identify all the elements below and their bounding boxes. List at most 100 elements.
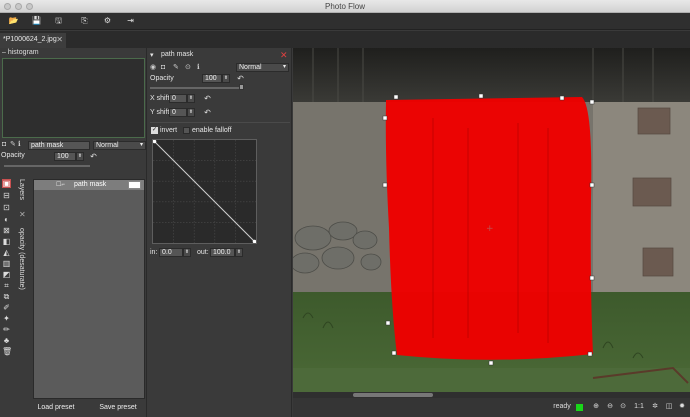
zoom-out-icon[interactable]: ⊖ bbox=[605, 402, 615, 412]
mask-icon[interactable]: ◘ bbox=[161, 64, 167, 72]
open-icon[interactable]: 📂 bbox=[7, 15, 20, 27]
layer-opacity-label: Opacity bbox=[1, 152, 25, 159]
info-icon[interactable]: ℹ bbox=[18, 141, 24, 149]
falloff-checkbox[interactable] bbox=[183, 127, 190, 134]
spin-arrows-icon[interactable]: ⬍ bbox=[183, 248, 191, 257]
spin-arrows-icon[interactable]: ⬍ bbox=[235, 248, 243, 257]
opacity-slider[interactable] bbox=[150, 87, 242, 89]
edit-icon[interactable]: ✎ bbox=[173, 64, 179, 72]
trash-icon[interactable]: 🗑 bbox=[2, 347, 12, 356]
visibility-icon[interactable]: ☐⌐ bbox=[56, 181, 65, 188]
tool-settings-header: ▾ path mask ✕ bbox=[147, 50, 292, 61]
layer-settings-row: ◘ ✎ ℹ path mask Normal ▾ bbox=[1, 140, 147, 151]
in-field[interactable]: 0.0 bbox=[159, 248, 183, 257]
close-icon[interactable]: ✕ bbox=[280, 50, 288, 61]
transform-icon[interactable]: ⌗ bbox=[2, 281, 11, 290]
vertical-tab-layers[interactable]: Layers bbox=[18, 179, 28, 209]
close-tab-icon[interactable]: ✕ bbox=[56, 35, 63, 44]
y-shift-field[interactable]: 0 bbox=[169, 108, 187, 117]
settings-icon[interactable]: ✲ bbox=[650, 402, 660, 412]
main-toolbar: 📂 💾 🖫 ⎘ ⚙ ⇥ bbox=[0, 13, 690, 30]
preview-icon[interactable]: ✹ bbox=[677, 402, 687, 412]
eye-icon[interactable]: ◘ bbox=[2, 141, 8, 149]
contrast-icon[interactable]: ◐ bbox=[2, 215, 11, 224]
curve-graph-svg bbox=[152, 139, 257, 244]
eye-icon[interactable]: ◉ bbox=[150, 64, 156, 72]
opacity-field[interactable]: 100 bbox=[202, 74, 222, 83]
spin-arrows-icon[interactable]: ⬍ bbox=[222, 74, 230, 83]
in-label: in: bbox=[150, 249, 158, 256]
histogram-view bbox=[2, 58, 145, 138]
document-tab[interactable]: *P1000624_2.jpg ✕ bbox=[0, 33, 66, 48]
info-icon[interactable]: ℹ bbox=[197, 64, 203, 72]
reset-icon[interactable]: ↶ bbox=[203, 94, 212, 103]
reset-icon[interactable]: ↶ bbox=[236, 74, 245, 83]
curve-graph[interactable] bbox=[152, 139, 257, 244]
new-layer-icon[interactable]: ▣ bbox=[2, 179, 11, 188]
export-icon[interactable]: ⎘ bbox=[78, 15, 91, 27]
layer-thumbnail bbox=[128, 181, 141, 189]
load-preset-button[interactable]: Load preset bbox=[33, 402, 79, 414]
reset-icon[interactable]: ↶ bbox=[89, 152, 98, 161]
divider bbox=[150, 122, 290, 123]
save-icon[interactable]: 💾 bbox=[30, 15, 43, 27]
spin-arrows-icon[interactable]: ⬍ bbox=[187, 108, 195, 117]
y-shift-label: Y shift bbox=[150, 109, 170, 116]
zoom-fit-icon[interactable]: ⊙ bbox=[618, 402, 628, 412]
blend-mode-select[interactable]: Normal ▾ bbox=[236, 63, 289, 72]
gradient-icon[interactable]: ▥ bbox=[2, 259, 11, 268]
tool-strip: ▣ ⊟ ⊡ ◐ ⊠ ◧ ◭ ▥ ◩ ⌗ ⧉ ✐ ✦ ✏ ♣ 🗑 bbox=[1, 179, 13, 389]
curve-line bbox=[152, 139, 257, 244]
layer-opacity-field[interactable]: 100 bbox=[54, 152, 76, 161]
title-bar: Photo Flow bbox=[0, 0, 690, 13]
layer-name-field[interactable]: path mask bbox=[28, 141, 90, 150]
mask-icon[interactable]: ◩ bbox=[2, 270, 11, 279]
list-item[interactable]: ☐⌐ path mask bbox=[34, 180, 144, 190]
x-shift-label: X shift bbox=[150, 95, 170, 102]
out-field[interactable]: 100.0 bbox=[210, 248, 235, 257]
save-as-icon[interactable]: 🖫 bbox=[52, 15, 65, 27]
status-indicator bbox=[576, 404, 583, 411]
spin-arrows-icon[interactable]: ⬍ bbox=[187, 94, 195, 103]
invert-checkbox[interactable]: ✓ bbox=[151, 127, 158, 134]
compare-icon[interactable]: ◫ bbox=[664, 402, 674, 412]
opacity-label: Opacity bbox=[150, 75, 174, 82]
pencil-icon[interactable]: ✏ bbox=[2, 325, 11, 334]
image-canvas[interactable]: + bbox=[293, 48, 690, 396]
chevron-down-icon[interactable]: ▾ bbox=[150, 51, 154, 59]
blend-mode-value: Normal bbox=[239, 64, 262, 71]
left-panel: – histogram ◘ ✎ ℹ path mask Normal ▾ Opa… bbox=[0, 48, 147, 417]
collapse-icon[interactable]: – bbox=[2, 49, 6, 56]
scrollbar-thumb[interactable] bbox=[353, 393, 433, 397]
spin-arrows-icon[interactable]: ⬍ bbox=[76, 152, 84, 161]
color-icon[interactable]: ◧ bbox=[2, 237, 11, 246]
vertical-tab-opacity-label: opacity (desaturate) bbox=[18, 228, 25, 290]
crop-icon[interactable]: ⊡ bbox=[2, 203, 11, 212]
layer-blend-mode-select[interactable]: Normal ▾ bbox=[93, 141, 146, 150]
reset-icon[interactable]: ↶ bbox=[203, 108, 212, 117]
layer-opacity-slider[interactable] bbox=[4, 165, 90, 167]
brush-icon[interactable]: ✐ bbox=[2, 303, 11, 312]
settings-icon[interactable]: ⚙ bbox=[101, 15, 114, 27]
window-title: Photo Flow bbox=[324, 2, 366, 11]
curves-icon[interactable]: ⊠ bbox=[2, 226, 11, 235]
vertical-tab-opacity[interactable]: opacity (desaturate) bbox=[18, 228, 28, 328]
histogram-title: histogram bbox=[7, 49, 39, 56]
edit-icon[interactable]: ✎ bbox=[10, 141, 16, 149]
close-icon[interactable]: ✕ bbox=[19, 210, 26, 219]
zoom-one-to-one-button[interactable]: 1:1 bbox=[633, 402, 645, 412]
healing-icon[interactable]: ✦ bbox=[2, 314, 11, 323]
opacity-slider-handle[interactable] bbox=[239, 84, 244, 90]
crosshair-icon: + bbox=[486, 224, 494, 234]
histogram-header[interactable]: – histogram bbox=[2, 49, 39, 56]
photo-view: + bbox=[293, 48, 690, 396]
levels-icon[interactable]: ⊟ bbox=[2, 191, 11, 200]
zoom-in-icon[interactable]: ⊕ bbox=[591, 402, 601, 412]
fill-icon[interactable]: ◭ bbox=[2, 248, 11, 257]
save-preset-button[interactable]: Save preset bbox=[94, 402, 142, 414]
sticky-icon[interactable]: ⊙ bbox=[185, 64, 191, 72]
stamp-icon[interactable]: ♣ bbox=[2, 336, 11, 345]
clone-icon[interactable]: ⧉ bbox=[2, 292, 11, 301]
x-shift-field[interactable]: 0 bbox=[169, 94, 187, 103]
exit-icon[interactable]: ⇥ bbox=[124, 15, 137, 27]
